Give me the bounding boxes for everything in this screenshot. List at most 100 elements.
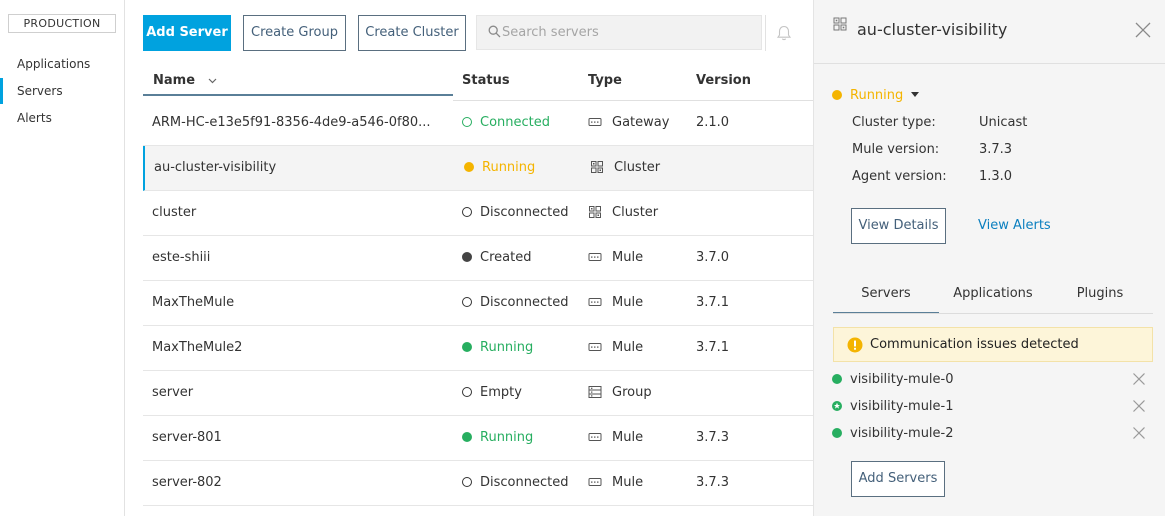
server-version: 3.7.1 (696, 295, 730, 310)
table-row[interactable]: cluster Disconnected Cluster (143, 191, 813, 236)
toolbar-divider (765, 15, 766, 51)
server-type: Group (588, 371, 693, 415)
panel-title: au-cluster-visibility (857, 20, 1008, 39)
tabs-divider (833, 313, 1153, 314)
search-icon (488, 25, 501, 38)
left-sidebar: PRODUCTION Applications Servers Alerts (0, 0, 125, 516)
status-dot-icon (462, 477, 472, 487)
server-name: ARM-HC-e13e5f91-8356-4de9-a546-0f80... (152, 115, 431, 130)
cluster-status-dropdown[interactable]: Running (832, 87, 920, 105)
server-name: MaxTheMule (152, 295, 235, 310)
add-server-button[interactable]: Add Server (143, 15, 231, 51)
table-row[interactable]: server-801 Running Mule 3.7.3 (143, 416, 813, 461)
chevron-down-icon (208, 78, 216, 83)
server-name: server-802 (152, 475, 222, 490)
server-version (698, 146, 758, 190)
mule-version-value: 3.7.3 (979, 142, 1013, 157)
cluster-type-icon (589, 205, 601, 218)
cluster-server-name: visibility-mule-0 (850, 372, 954, 387)
cluster-server-item[interactable]: visibility-mule-0 (832, 371, 1152, 389)
server-version: 3.7.1 (696, 340, 730, 355)
status-dot-icon (462, 297, 472, 307)
status-dot-icon (462, 207, 472, 217)
tab-plugins[interactable]: Plugins (1047, 286, 1153, 314)
view-details-button[interactable]: View Details (851, 208, 946, 244)
nav-item-servers[interactable]: Servers (0, 78, 124, 104)
mule-type-icon (588, 432, 602, 441)
type-text: Gateway (612, 115, 670, 130)
status-dot-icon (462, 387, 472, 397)
tab-applications[interactable]: Applications (939, 286, 1047, 314)
type-text: Mule (612, 250, 644, 265)
environment-selector[interactable]: PRODUCTION (8, 14, 116, 33)
table-row[interactable]: ARM-HC-e13e5f91-8356-4de9-a546-0f80... Co… (143, 101, 813, 146)
mule-type-icon (588, 477, 602, 486)
status-text: Running (480, 340, 534, 355)
search-box (476, 15, 762, 50)
column-header-status: Status (462, 73, 510, 88)
warning-text: Communication issues detected (870, 337, 1079, 352)
mule-version-label: Mule version: (852, 142, 940, 157)
server-version (696, 371, 756, 415)
type-text: Cluster (614, 160, 661, 175)
table-row[interactable]: server Empty Group (143, 371, 813, 416)
server-type: Mule (588, 326, 693, 370)
server-status: Connected (462, 101, 587, 145)
agent-version-label: Agent version: (852, 169, 947, 184)
server-type: Mule (588, 416, 693, 460)
panel-header: au-cluster-visibility (814, 0, 1165, 64)
cluster-server-item[interactable]: visibility-mule-2 (832, 425, 1152, 443)
server-version: 2.1.0 (696, 115, 730, 130)
type-text: Cluster (612, 205, 659, 220)
column-header-version: Version (696, 73, 751, 88)
table-row[interactable]: server-802 Disconnected Mule 3.7.3 (143, 461, 813, 506)
type-text: Mule (612, 475, 644, 490)
mule-type-icon (588, 252, 602, 261)
remove-icon[interactable] (1133, 373, 1145, 385)
close-icon[interactable] (1135, 22, 1151, 38)
create-group-button[interactable]: Create Group (243, 15, 346, 51)
status-text: Created (480, 250, 532, 265)
table-row[interactable]: este-shiii Created Mule 3.7.0 (143, 236, 813, 281)
server-type: Mule (588, 281, 693, 325)
status-text: Disconnected (480, 295, 569, 310)
remove-icon[interactable] (1133, 427, 1145, 439)
type-text: Mule (612, 340, 644, 355)
status-dot-icon (462, 117, 472, 127)
warning-banner: Communication issues detected (833, 327, 1153, 362)
cluster-icon (833, 17, 847, 31)
server-name: server (152, 385, 194, 400)
column-header-name[interactable]: Name (143, 66, 453, 96)
bell-icon[interactable] (775, 24, 793, 42)
server-status: Empty (462, 371, 587, 415)
search-input[interactable] (502, 16, 757, 49)
table-row[interactable]: MaxTheMule2 Running Mule 3.7.1 (143, 326, 813, 371)
status-text: Disconnected (480, 475, 569, 490)
nav-item-alerts[interactable]: Alerts (0, 105, 124, 131)
server-version: 3.7.3 (696, 475, 730, 490)
status-dot-icon (462, 342, 472, 352)
server-status: Running (462, 326, 587, 370)
tab-servers[interactable]: Servers (833, 286, 939, 314)
create-cluster-button[interactable]: Create Cluster (358, 15, 466, 51)
server-type: Cluster (588, 191, 693, 235)
server-type: Mule (588, 461, 693, 505)
table-row[interactable]: MaxTheMule Disconnected Mule 3.7.1 (143, 281, 813, 326)
add-servers-button[interactable]: Add Servers (851, 461, 945, 497)
details-panel: au-cluster-visibility Running Cluster ty… (813, 0, 1165, 516)
server-version (696, 191, 756, 235)
status-dot-icon (832, 373, 842, 384)
cluster-server-item[interactable]: visibility-mule-1 (832, 398, 1152, 416)
primary-node-icon (832, 400, 842, 411)
table-row[interactable]: au-cluster-visibility Running Cluster (143, 146, 813, 191)
cluster-status-label: Running (850, 88, 904, 103)
nav-item-applications[interactable]: Applications (0, 51, 124, 77)
server-version: 3.7.0 (696, 250, 730, 265)
status-text: Running (482, 160, 536, 175)
cluster-server-name: visibility-mule-1 (850, 399, 954, 414)
view-alerts-link[interactable]: View Alerts (978, 218, 1051, 233)
server-type: Mule (588, 236, 693, 280)
server-status: Created (462, 236, 587, 280)
agent-version-value: 1.3.0 (979, 169, 1013, 184)
remove-icon[interactable] (1133, 400, 1145, 412)
